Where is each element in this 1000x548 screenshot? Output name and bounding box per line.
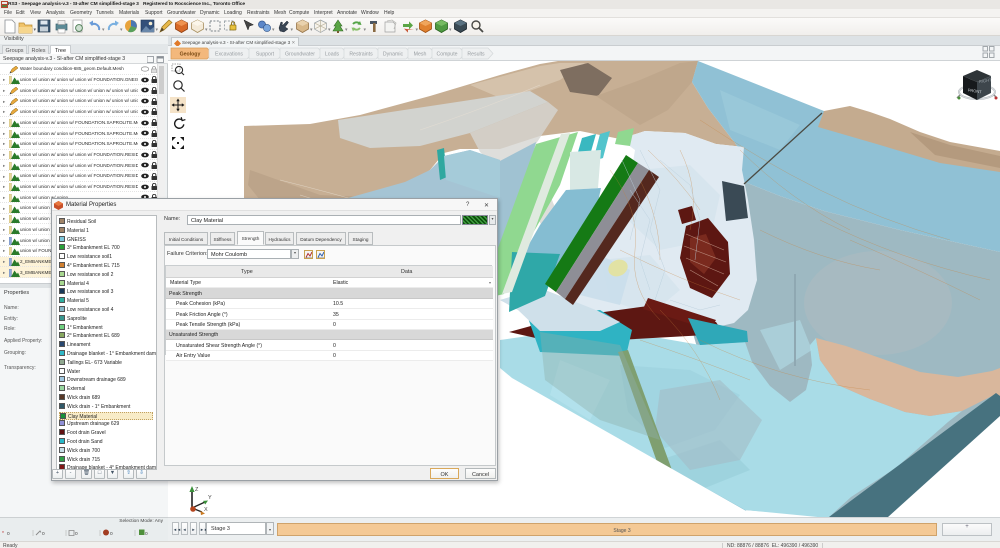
svg-text:Restraints: Restraints xyxy=(349,52,373,58)
svg-text:▾: ▾ xyxy=(272,27,275,33)
svg-text:Geology: Geology xyxy=(180,52,201,58)
svg-text:▾: ▾ xyxy=(310,27,313,33)
svg-text:Results: Results xyxy=(467,52,485,58)
svg-text:Groundwater: Groundwater xyxy=(285,52,315,58)
svg-text:▾: ▾ xyxy=(205,27,208,33)
svg-text:0: 0 xyxy=(42,531,45,537)
svg-text:▾: ▾ xyxy=(102,27,105,33)
svg-text:▾: ▾ xyxy=(416,27,419,33)
svg-text:▾: ▾ xyxy=(449,27,452,33)
svg-text:▾: ▾ xyxy=(291,27,294,33)
svg-text:Mesh: Mesh xyxy=(414,52,427,58)
svg-text:▾: ▾ xyxy=(345,27,348,33)
svg-text:0: 0 xyxy=(145,531,148,537)
svg-text:0: 0 xyxy=(7,531,10,537)
svg-text:Support: Support xyxy=(256,52,275,58)
svg-text:0: 0 xyxy=(75,531,78,537)
svg-text:▾: ▾ xyxy=(364,27,367,33)
svg-text:Loads: Loads xyxy=(325,52,340,58)
svg-text:*: * xyxy=(2,531,4,537)
svg-text:▾: ▾ xyxy=(156,27,159,33)
svg-text:Dynamic: Dynamic xyxy=(383,52,404,58)
svg-text:Compute: Compute xyxy=(436,52,457,58)
svg-text:▾: ▾ xyxy=(120,27,123,33)
svg-text:▾: ▾ xyxy=(34,27,37,33)
svg-text:▾: ▾ xyxy=(328,27,331,33)
svg-text:0: 0 xyxy=(110,531,113,537)
svg-text:Y: Y xyxy=(208,495,212,501)
svg-text:Excavations: Excavations xyxy=(215,52,243,58)
svg-text:X: X xyxy=(204,507,208,513)
